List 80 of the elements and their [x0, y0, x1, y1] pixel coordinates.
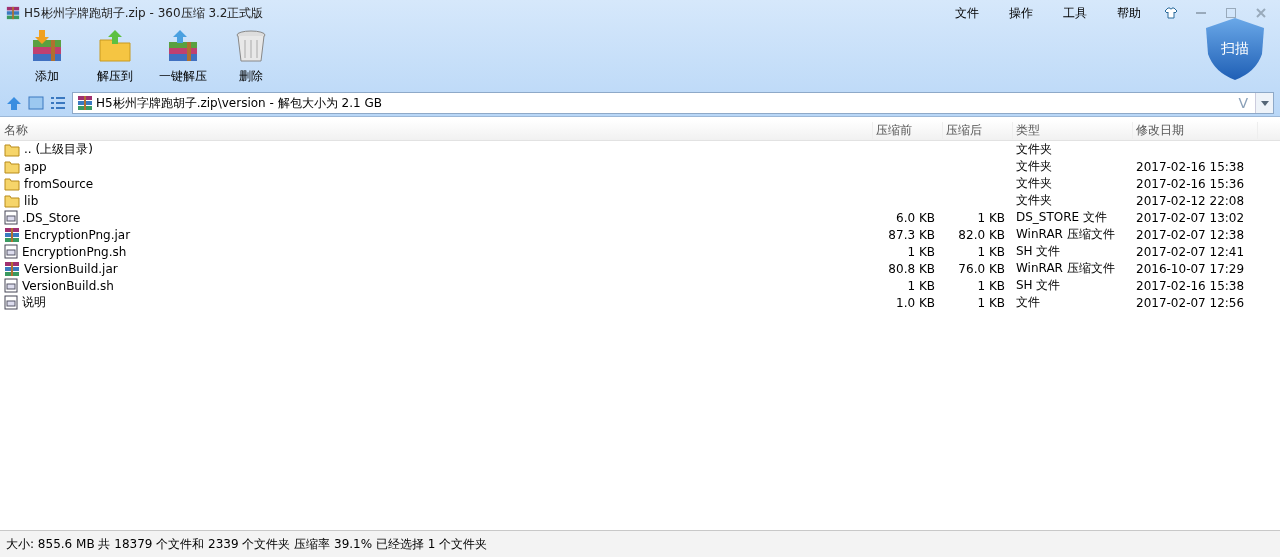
folder-icon: [4, 193, 20, 208]
file-name[interactable]: .. (上级目录): [21, 141, 93, 158]
table-cell-text: 1 KB: [906, 244, 936, 259]
table-cell-text: 1 KB: [976, 210, 1006, 225]
toolbar-button[interactable]: 一键解压: [150, 26, 216, 85]
table-cell-text: SH 文件: [1015, 243, 1062, 260]
file-name[interactable]: app: [21, 159, 47, 174]
toolbar-button[interactable]: 删除: [218, 26, 284, 85]
folder-icon: [4, 159, 20, 174]
file-name[interactable]: VersionBuild.sh: [19, 278, 114, 293]
folder-icon: [4, 176, 20, 191]
file-icon: [4, 244, 18, 259]
file-icon: [4, 295, 18, 310]
table-cell-text: 1 KB: [906, 278, 936, 293]
archive-icon: [77, 95, 93, 111]
table-cell-text: 2017-02-07 13:02: [1135, 210, 1246, 225]
caret-icon: [1260, 100, 1269, 106]
toolbar-button[interactable]: 解压到: [82, 26, 148, 85]
dropdown-button[interactable]: [1255, 93, 1273, 113]
table-cell-text: 2017-02-16 15:38: [1135, 159, 1246, 174]
table-cell-text: 82.0 KB: [957, 227, 1006, 242]
table-cell-text: 文件夹: [1015, 158, 1053, 175]
table-cell-text: 文件夹: [1015, 175, 1053, 192]
file-name[interactable]: VersionBuild.jar: [21, 261, 118, 276]
minimize-icon[interactable]: [1196, 11, 1206, 15]
folder-arrow-icon: [97, 28, 133, 64]
table-cell-text: SH 文件: [1015, 277, 1062, 294]
table-cell-text: 2017-02-16 15:36: [1135, 176, 1246, 191]
table-cell-text: DS_STORE 文件: [1015, 209, 1108, 226]
menu-item[interactable]: 工具: [1050, 4, 1100, 22]
table-cell-text: 2017-02-16 15:38: [1135, 278, 1246, 293]
table-cell-text: 80.8 KB: [887, 261, 936, 276]
file-name[interactable]: lib: [21, 193, 39, 208]
column-header[interactable]: 压缩前: [873, 121, 943, 139]
scan-shield-button[interactable]: 扫描: [1206, 18, 1264, 80]
table-cell-text: 2017-02-07 12:41: [1135, 244, 1246, 259]
shirt-icon[interactable]: [1164, 7, 1178, 19]
up-arrow-icon[interactable]: [6, 95, 22, 111]
close-icon[interactable]: [1256, 8, 1266, 18]
status-text: 大小: 855.6 MB 共 18379 个文件和 2339 个文件夹 压缩率 39.1% 已经选择 1 个文件夹: [6, 535, 488, 553]
file-name[interactable]: 说明: [19, 294, 46, 311]
table-cell-text: 2017-02-07 12:38: [1135, 227, 1246, 242]
file-icon: [4, 278, 18, 293]
maximize-icon[interactable]: [1226, 8, 1236, 18]
table-cell-text: 2017-02-12 22:08: [1135, 193, 1246, 208]
table-cell-text: 文件: [1015, 294, 1041, 311]
file-name[interactable]: EncryptionPng.jar: [21, 227, 131, 242]
column-header[interactable]: 名称: [0, 121, 873, 139]
table-cell-text: 文件夹: [1015, 192, 1053, 209]
archive-icon: [4, 226, 20, 243]
table-cell-text: 1 KB: [976, 278, 1006, 293]
table-cell-text: WinRAR 压缩文件: [1015, 260, 1116, 277]
file-name[interactable]: .DS_Store: [19, 210, 81, 225]
toolbar-button[interactable]: 添加: [14, 26, 80, 85]
table-cell-text: WinRAR 压缩文件: [1015, 226, 1116, 243]
archive-icon: [4, 260, 20, 277]
window-title: H5彬州字牌跑胡子.zip - 360压缩 3.2正式版: [24, 4, 265, 22]
list-view-icon[interactable]: [50, 96, 66, 110]
menu-item[interactable]: 文件: [942, 4, 992, 22]
large-icons-view-icon[interactable]: [28, 96, 44, 110]
table-cell-text: 文件夹: [1015, 141, 1053, 158]
table-cell-text: 87.3 KB: [887, 227, 936, 242]
file-name[interactable]: fromSource: [21, 176, 94, 191]
file-icon: [4, 210, 18, 225]
table-cell-text: 76.0 KB: [957, 261, 1006, 276]
address-text: H5彬州字牌跑胡子.zip\version - 解包大小为 2.1 GB: [96, 94, 383, 112]
column-header[interactable]: 修改日期: [1133, 121, 1258, 139]
column-header[interactable]: 类型: [1013, 121, 1133, 139]
table-cell-text: 2016-10-07 17:29: [1135, 261, 1246, 276]
address-field[interactable]: H5彬州字牌跑胡子.zip\version - 解包大小为 2.1 GB V: [72, 92, 1274, 114]
table-cell-text: 2017-02-07 12:56: [1135, 295, 1246, 310]
table-cell-text: 1 KB: [976, 295, 1006, 310]
menu-item[interactable]: 帮助: [1104, 4, 1154, 22]
column-header[interactable]: 压缩后: [943, 121, 1013, 139]
table-cell-text: 1 KB: [976, 244, 1006, 259]
file-name[interactable]: EncryptionPng.sh: [19, 244, 127, 259]
table-cell-text: 6.0 KB: [895, 210, 936, 225]
table-cell-text: 1.0 KB: [895, 295, 936, 310]
archive-icon: [6, 6, 20, 20]
menu-item[interactable]: 操作: [996, 4, 1046, 22]
